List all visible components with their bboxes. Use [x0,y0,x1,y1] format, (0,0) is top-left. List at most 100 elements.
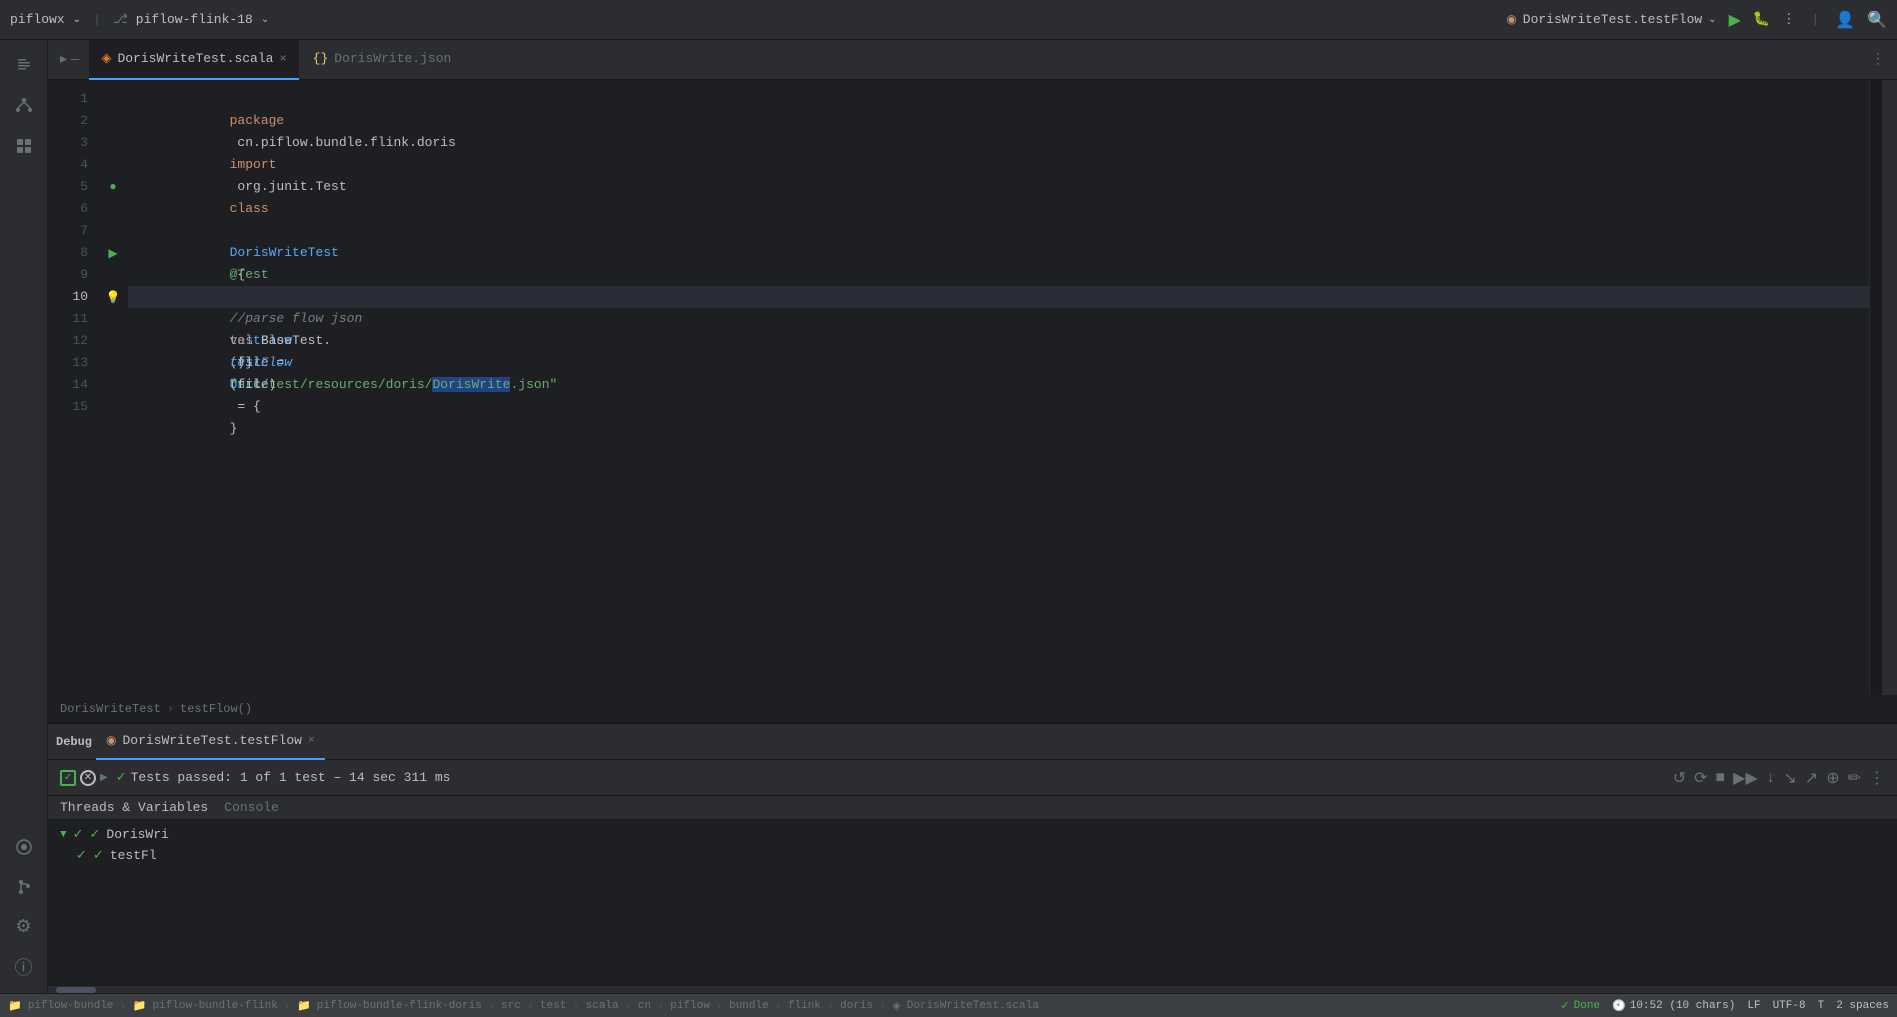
tree-item-testflow[interactable]: ✓ ✓ testFl [48,845,1897,866]
indent-type[interactable]: T [1818,1000,1825,1012]
branch-name[interactable]: piflow-flink-18 [136,12,253,27]
status-right: ✓ Done 🕙 10:52 (10 chars) LF UTF-8 T 2 s… [1560,999,1889,1013]
more-options-button[interactable]: ⋮ [1782,12,1795,27]
sb-bundle[interactable]: bundle [729,1000,769,1012]
stop-icon[interactable]: ■ [1716,769,1726,787]
check-status-icon: ✓ [116,770,127,785]
tree-item-doris[interactable]: ▼ ✓ ✓ DorisWri [48,824,1897,845]
threads-vars-tab[interactable]: Threads & Variables [60,800,208,815]
spaces[interactable]: 2 spaces [1836,1000,1889,1012]
tab-scala-label: DorisWriteTest.scala [117,51,273,66]
rerun-icon[interactable]: ↺ [1673,768,1686,788]
debug-run-icon: ◉ [106,733,116,748]
app-name[interactable]: piflowx [10,12,65,27]
activity-icon-git[interactable] [6,869,42,905]
collapse-icon[interactable]: — [71,52,79,68]
step-over-icon[interactable]: ↓ [1766,769,1776,787]
code-line-6 [128,198,1869,220]
line-numbers: 1 2 3 4 5 6 7 8 9 10 11 12 13 14 15 [48,80,98,695]
check-all-controls: ✓ ✕ ▶ [60,770,108,786]
run-button[interactable]: ▶ [1729,10,1741,30]
tab-json-label: DorisWrite.json [334,51,451,66]
code-content[interactable]: package cn.piflow.bundle.flink.doris imp… [128,80,1869,695]
ln-1: 1 [48,88,88,110]
sb-piflow-bundle-flink-doris[interactable]: piflow-bundle-flink-doris [317,1000,482,1012]
code-line-11: BaseTest. testFlow (file) [128,308,1869,330]
pin-icon[interactable]: ⊕ [1826,768,1839,788]
search-icon[interactable]: 🔍 [1867,10,1887,30]
breadcrumb-method-name: testFlow() [180,702,252,716]
sb-piflow-bundle-flink[interactable]: piflow-bundle-flink [152,1000,277,1012]
sb-piflow[interactable]: piflow [670,1000,710,1012]
run-config-chevron-icon[interactable]: ⌄ [1708,14,1716,26]
debug-horizontal-scrollbar[interactable] [48,985,1897,993]
code-line-5: class DorisWriteTest { [128,176,1869,198]
activity-icon-structure[interactable] [6,88,42,124]
scala-file-status-icon: ◈ [892,999,900,1013]
branch-chevron-icon[interactable]: ⌄ [261,14,269,26]
tab-scala-close[interactable]: × [279,52,286,66]
step-out-icon[interactable]: ↗ [1805,768,1818,788]
code-line-2 [128,110,1869,132]
gutter-14 [98,374,128,396]
debug-tab-testflow[interactable]: ◉ DorisWriteTest.testFlow × [96,724,325,760]
ln-5: 5 [48,176,88,198]
ln-6: 6 [48,198,88,220]
tab-bar-right: ⋮ [1863,51,1893,68]
tree-item-icon: ✓ [90,827,101,842]
resume-icon[interactable]: ▶▶ [1733,768,1758,788]
sb-src[interactable]: src [501,1000,521,1012]
gutter-7 [98,220,128,242]
tree-item-label-testflow: testFl [110,848,157,863]
code-line-4 [128,154,1869,176]
sb-flink[interactable]: flink [788,1000,821,1012]
status-bar: 📁 piflow-bundle › 📁 piflow-bundle-flink … [0,993,1897,1017]
expand-icon[interactable]: ▸ [60,51,67,68]
folder-icon-2: 📁 [133,999,147,1013]
debug-tab-close-icon[interactable]: × [308,735,315,747]
sb-cn[interactable]: cn [638,1000,651,1012]
collapse-icon[interactable]: ▼ [60,829,67,841]
activity-icon-debug[interactable] [6,829,42,865]
tab-options-icon[interactable]: ⋮ [1871,51,1885,68]
debug-toolbar-left: ✓ ✕ ▶ ✓ Tests passed: 1 of 1 test – 14 s… [60,770,1669,786]
activity-icon-files[interactable] [6,48,42,84]
expand-arrow-icon[interactable]: ▶ [100,772,108,784]
activity-icon-components[interactable] [6,128,42,164]
breadcrumb-method[interactable]: testFlow() [180,702,252,716]
sb-piflow-bundle[interactable]: piflow-bundle [28,1000,114,1012]
breadcrumb: DorisWriteTest › testFlow() [48,695,1897,723]
tab-scala[interactable]: ◈ DorisWriteTest.scala × [89,40,298,80]
debug-toolbar-icons: ↺ ⟳ ■ ▶▶ ↓ ↘ ↗ ⊕ ✏ ⋮ [1673,768,1885,788]
activity-bottom: ⚙ ⓘ [6,829,42,985]
cancel-button[interactable]: ✕ [80,770,96,786]
line-ending[interactable]: LF [1747,1000,1760,1012]
code-line-12: } [128,330,1869,352]
ln-8: 8 [48,242,88,264]
gutter-6 [98,198,128,220]
sb-test[interactable]: test [540,1000,566,1012]
rerun-failed-icon[interactable]: ⟳ [1694,768,1707,788]
check-all-button[interactable]: ✓ [60,770,76,786]
tab-json[interactable]: {} DorisWrite.json [301,40,464,80]
sb-doris[interactable]: doris [840,1000,873,1012]
run-config-icon: ◉ [1506,12,1516,27]
activity-icon-info[interactable]: ⓘ [6,949,42,985]
app-chevron-icon[interactable]: ⌄ [73,14,81,26]
ln-11: 11 [48,308,88,330]
step-into-icon[interactable]: ↘ [1783,768,1796,788]
sb-doriswritetest-scala[interactable]: DorisWriteTest.scala [907,1000,1039,1012]
debug-toolbar: ✓ ✕ ▶ ✓ Tests passed: 1 of 1 test – 14 s… [48,760,1897,796]
account-icon[interactable]: 👤 [1835,10,1855,30]
debug-content[interactable]: ▼ ✓ ✓ DorisWri ✓ ✓ testFl [48,820,1897,985]
console-tab[interactable]: Console [224,800,279,815]
activity-icon-settings[interactable]: ⚙ [6,909,42,945]
debug-button[interactable]: 🐛 [1753,11,1770,28]
sb-scala[interactable]: scala [586,1000,619,1012]
more-icon[interactable]: ⋮ [1869,768,1885,788]
breadcrumb-class[interactable]: DorisWriteTest [60,702,161,716]
gutter-9 [98,264,128,286]
edit-icon[interactable]: ✏ [1848,768,1861,788]
encoding[interactable]: UTF-8 [1773,1000,1806,1012]
titlebar: piflowx ⌄ | ⎇ piflow-flink-18 ⌄ ◉ DorisW… [0,0,1897,40]
